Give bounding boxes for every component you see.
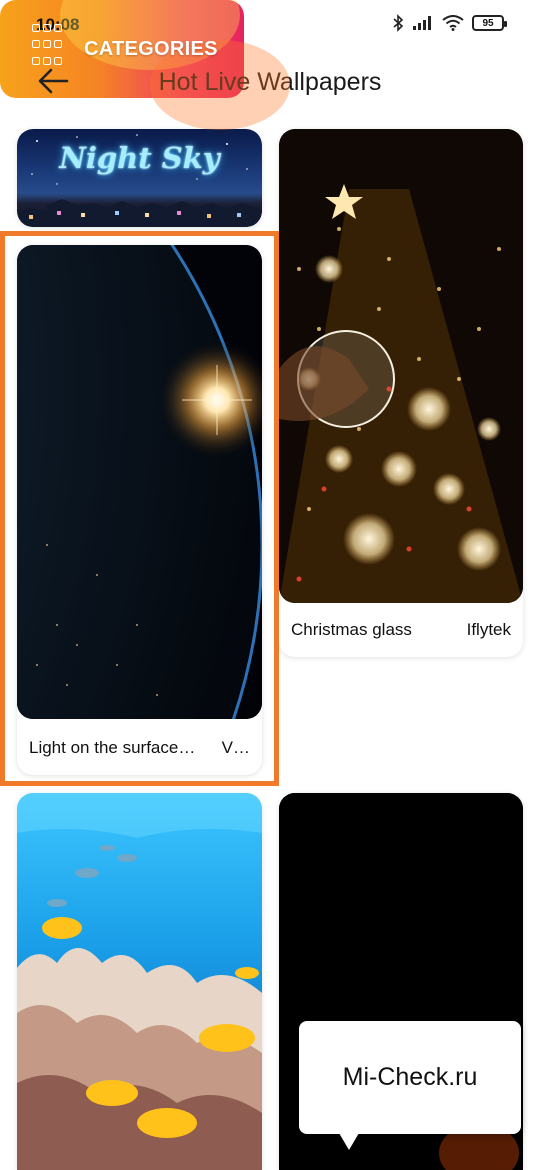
- categories-label: CATEGORIES: [84, 38, 218, 60]
- wallpaper-thumbnail: [279, 129, 523, 603]
- wallpaper-caption: Christmas glass Iflytek: [279, 603, 523, 657]
- grid-icon: [32, 24, 64, 70]
- wallpaper-thumbnail: [17, 245, 262, 719]
- wallpaper-card-night-sky[interactable]: Night Sky: [17, 129, 262, 227]
- wallpaper-author: V…: [221, 738, 250, 757]
- ocean-image: [17, 793, 262, 1170]
- watermark-label: Mi-Check.ru: [299, 1021, 521, 1150]
- status-icons: 95: [392, 14, 507, 32]
- wallpaper-title: Christmas glass: [291, 620, 412, 639]
- christmas-tree-image: [279, 129, 523, 603]
- earth-image: [17, 245, 262, 719]
- bluetooth-icon: [393, 14, 404, 32]
- battery-icon: 95: [472, 15, 507, 31]
- wifi-icon: [442, 15, 464, 31]
- wallpaper-card-christmas[interactable]: Christmas glass Iflytek: [279, 129, 523, 657]
- wallpaper-thumbnail: Night Sky: [17, 129, 262, 227]
- wallpaper-thumbnail: [17, 793, 262, 1170]
- wallpaper-title: Light on the surface…: [29, 738, 196, 757]
- wallpaper-card-ocean[interactable]: [17, 793, 262, 1170]
- night-sky-title: Night Sky: [59, 141, 220, 175]
- houses-silhouette: [17, 193, 262, 227]
- wallpaper-author: Iflytek: [466, 620, 511, 639]
- signal-icon: [413, 16, 431, 30]
- wallpaper-caption: Light on the surface… V…: [17, 721, 262, 775]
- wallpaper-card-earth[interactable]: Light on the surface… V…: [17, 245, 262, 775]
